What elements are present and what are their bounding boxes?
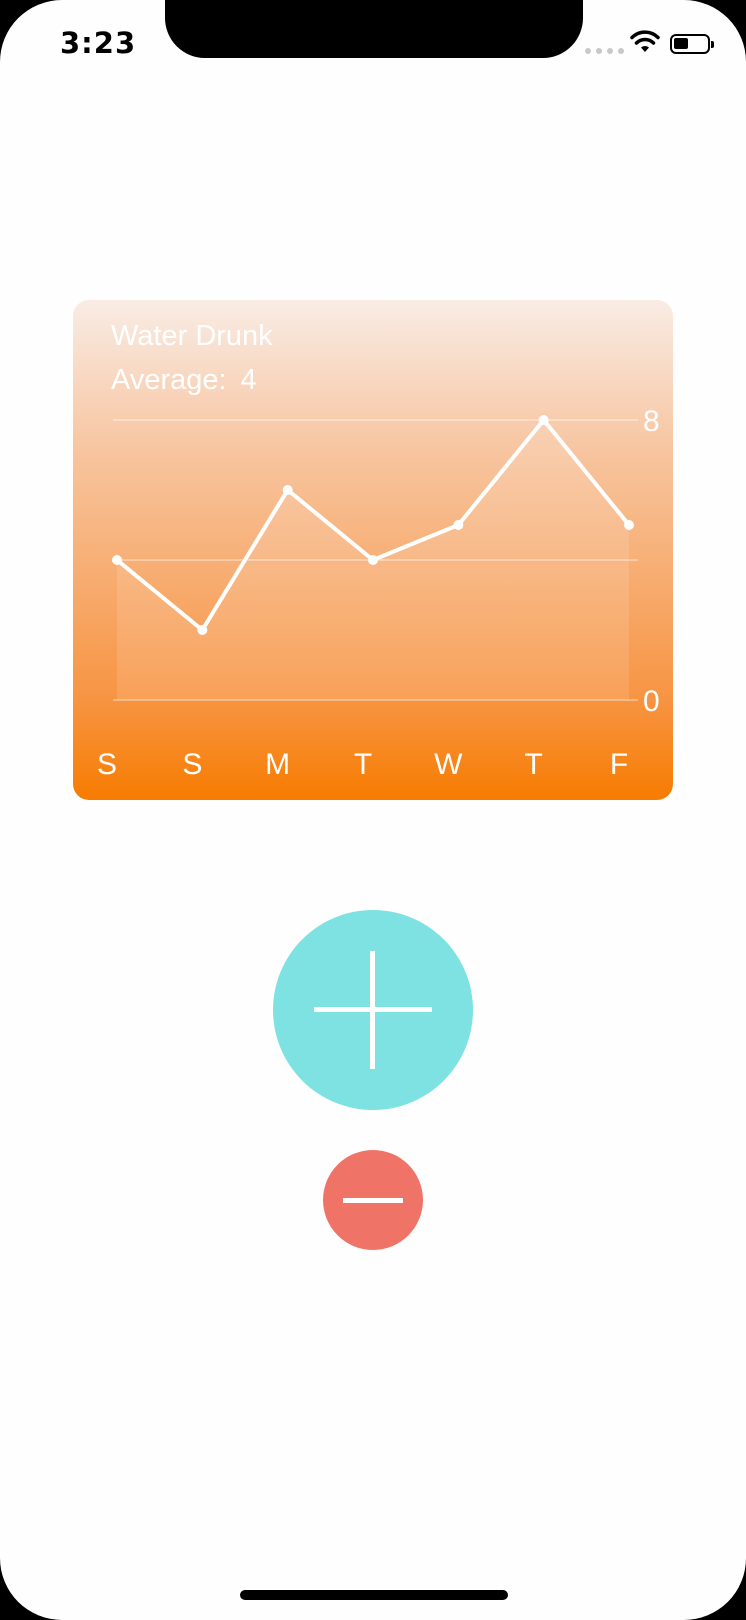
app-screen: 3:23 Water Drunk Average: 4 80SSMTWTF: [0, 0, 746, 1620]
device-notch: [165, 0, 583, 58]
data-point: [624, 520, 634, 530]
x-tick-label: T: [525, 748, 543, 781]
minus-icon: [343, 1198, 403, 1203]
x-tick-label: F: [610, 748, 628, 781]
x-tick-label: W: [434, 748, 463, 781]
home-indicator[interactable]: [240, 1590, 508, 1600]
status-time: 3:23: [60, 26, 137, 60]
x-tick-label: M: [265, 748, 290, 781]
y-tick-label: 0: [643, 685, 660, 718]
data-point: [112, 555, 122, 565]
data-point: [538, 415, 549, 425]
data-point: [368, 555, 378, 565]
data-point: [197, 625, 208, 635]
x-tick-label: T: [354, 748, 372, 781]
signal-icon: [585, 48, 624, 54]
x-tick-label: S: [97, 748, 117, 781]
data-point: [282, 485, 293, 495]
battery-icon: [670, 34, 714, 54]
line-chart: 8 0 S S M T W T F: [97, 405, 660, 781]
data-point: [453, 520, 464, 530]
remove-water-button[interactable]: [323, 1150, 423, 1250]
x-tick-label: S: [182, 748, 202, 781]
add-water-button[interactable]: [273, 910, 473, 1110]
wifi-icon: [630, 30, 660, 52]
y-tick-label: 8: [643, 405, 660, 438]
water-chart-card: Water Drunk Average: 4 80SSMTWTF: [73, 300, 673, 800]
